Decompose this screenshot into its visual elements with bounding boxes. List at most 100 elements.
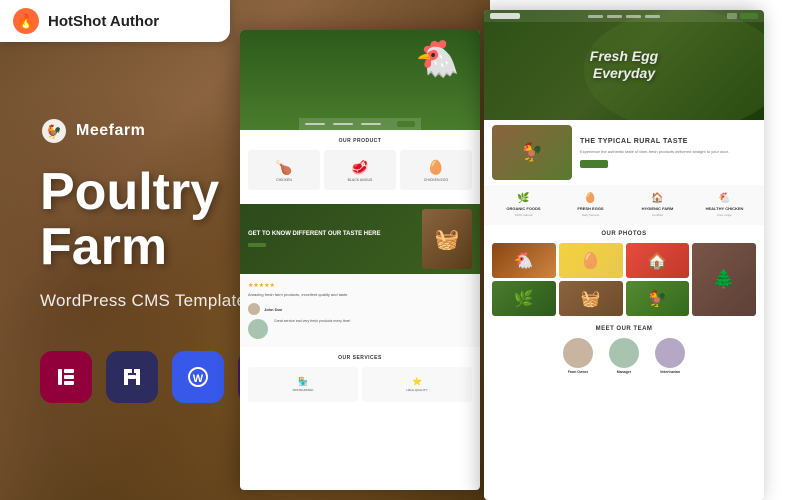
- mr-feature-desc3: Certified: [652, 213, 663, 217]
- mr-typical-text: THE TYPICAL RURAL TASTE Experience the a…: [580, 138, 756, 168]
- ml-product-section: OUR PRODUCT 🍗 CHICKEN 🥩 BLACK ANGUS 🥚 CH…: [240, 130, 480, 204]
- ml-product-beef: 🥩 BLACK ANGUS: [324, 150, 396, 190]
- ml-nav-item1: [305, 123, 325, 125]
- mr-nav-logo: [490, 13, 520, 19]
- mr-photos-title: OUR PHOTOS: [492, 231, 756, 237]
- mr-team-name3: Veterinarian: [650, 370, 690, 374]
- ml-hero-section: [240, 30, 480, 130]
- beef-label: BLACK ANGUS: [348, 178, 373, 182]
- ml-taste-title: GET TO KNOW DIFFERENT OUR TASTE HERE: [248, 231, 414, 239]
- mr-nav-links: [526, 15, 721, 18]
- mr-photo-1: 🐔: [492, 243, 556, 278]
- ml-nav-btn: [397, 121, 415, 127]
- chicken-emoji: 🍗: [275, 159, 292, 176]
- ml-avatar: [248, 303, 260, 315]
- mr-photos-section: OUR PHOTOS 🐔 🥚 🏠 🌲 🌿 🧺 🐓: [484, 225, 764, 322]
- hotshot-logo-icon: 🔥: [12, 7, 40, 35]
- ml-author-name: John Doe: [264, 307, 282, 312]
- ml-nav-item2: [333, 123, 353, 125]
- elementor-icon: [40, 351, 92, 403]
- mr-feature-title1: ORGANIC FOODS: [506, 206, 540, 211]
- mr-feature-hygienic: 🏠 HYGIENIC FARM Certified: [626, 189, 689, 221]
- ml-product-chicken: 🍗 CHICKEN: [248, 150, 320, 190]
- mr-typical-desc: Experience the authentic taste of farm-f…: [580, 149, 756, 155]
- svg-text:🐓: 🐓: [46, 124, 62, 139]
- ml-service-pasteurized: 🏪 PASTEURIZED: [248, 367, 358, 402]
- ml-service-label2: HIGH QUALITY: [406, 388, 427, 392]
- mr-feature-desc2: Daily harvest: [582, 213, 599, 217]
- mr-nav-link4: [645, 15, 660, 18]
- mr-feature-icon4: 🐔: [718, 193, 730, 204]
- egg-emoji: 🥚: [427, 159, 444, 176]
- ml-testimonial-author: John Doe: [248, 303, 472, 315]
- mr-feature-chicken: 🐔 HEALTHY CHICKEN Free range: [693, 189, 756, 221]
- mr-typical-section: 🐓 THE TYPICAL RURAL TASTE Experience the…: [484, 120, 764, 185]
- ml-service-icon1: 🏪: [298, 377, 308, 386]
- mr-team-section: MEET OUR TEAM Farm Owner Manager Veterin…: [484, 322, 764, 378]
- mr-hero-section: Fresh Egg Everyday: [484, 10, 764, 120]
- mr-feature-title2: FRESH EGGS: [577, 206, 603, 211]
- mr-team-name1: Farm Owner: [558, 370, 598, 374]
- mr-nav-link2: [607, 15, 622, 18]
- mr-feature-icon2: 🥚: [584, 193, 596, 204]
- ml-taste-section: GET TO KNOW DIFFERENT OUR TASTE HERE 🧺: [240, 204, 480, 274]
- title-line2: Farm: [40, 218, 167, 276]
- ml-avatar2: [248, 319, 268, 339]
- ml-testimonial-text: Amazing fresh farm products, excellent q…: [248, 292, 472, 298]
- mr-photo-5: 🌿: [492, 281, 556, 316]
- beef-emoji: 🥩: [351, 159, 368, 176]
- mr-feature-desc4: Free range: [717, 213, 732, 217]
- mr-feature-title4: HEALTHY CHICKEN: [706, 206, 744, 211]
- mr-hero-line1: Fresh Egg: [590, 48, 658, 64]
- ml-stars: ★★★★★: [248, 282, 472, 289]
- ml-service-quality: ⭐ HIGH QUALITY: [362, 367, 472, 402]
- ml-service-label1: PASTEURIZED: [293, 388, 314, 392]
- meefarm-label: Meefarm: [76, 122, 145, 140]
- mr-photos-grid: 🐔 🥚 🏠 🌲 🌿 🧺 🐓: [492, 243, 756, 316]
- meefarm-icon: 🐓: [40, 117, 68, 145]
- mr-typical-image: 🐓: [492, 125, 572, 180]
- svg-text:W: W: [193, 373, 204, 385]
- svg-text:🔥: 🔥: [17, 13, 34, 30]
- mr-photo-6: 🧺: [559, 281, 623, 316]
- mr-team-avatar2: [609, 338, 639, 368]
- mockup-right-page: Fresh Egg Everyday 🐓 THE TYPICAL RURAL T…: [484, 10, 764, 500]
- ml-testimonial2-text: Great service and very fresh products ev…: [274, 319, 472, 324]
- ml-services-row: 🏪 PASTEURIZED ⭐ HIGH QUALITY: [248, 367, 472, 402]
- mr-typical-btn: [580, 160, 608, 168]
- mr-feature-organic: 🌿 ORGANIC FOODS 100% natural: [492, 189, 555, 221]
- mr-team-avatar3: [655, 338, 685, 368]
- topbar: 🔥 HotShot Author: [0, 0, 230, 42]
- mr-nav-cart: [727, 13, 737, 19]
- ml-taste-btn: [248, 243, 266, 247]
- mr-team-member3: Veterinarian: [650, 338, 690, 374]
- mr-hero-title: Fresh Egg Everyday: [590, 48, 658, 82]
- uf-icon: [106, 351, 158, 403]
- mr-hero-line2: Everyday: [593, 65, 655, 81]
- mockup-left-page: OUR PRODUCT 🍗 CHICKEN 🥩 BLACK ANGUS 🥚 CH…: [240, 30, 480, 490]
- mr-team-name2: Manager: [604, 370, 644, 374]
- mr-nav-cta: [740, 13, 758, 19]
- ml-testimonial2: Great service and very fresh products ev…: [248, 319, 472, 339]
- ml-services-title: OUR SERVICES: [248, 355, 472, 361]
- mr-team-avatar1: [563, 338, 593, 368]
- mr-features-row: 🌿 ORGANIC FOODS 100% natural 🥚 FRESH EGG…: [484, 185, 764, 225]
- mr-team-member2: Manager: [604, 338, 644, 374]
- ml-taste-text: GET TO KNOW DIFFERENT OUR TASTE HERE: [248, 231, 414, 247]
- mr-team-row: Farm Owner Manager Veterinarian: [492, 338, 756, 374]
- ml-nav: [299, 118, 421, 130]
- ml-nav-item3: [361, 123, 381, 125]
- mr-typical-title: THE TYPICAL RURAL TASTE: [580, 138, 756, 145]
- mr-photo-2: 🥚: [559, 243, 623, 278]
- ml-product-row: 🍗 CHICKEN 🥩 BLACK ANGUS 🥚 CHICKEN EGG: [248, 150, 472, 190]
- mockup-container: OUR PRODUCT 🍗 CHICKEN 🥩 BLACK ANGUS 🥚 CH…: [240, 0, 800, 500]
- ml-service-icon2: ⭐: [412, 377, 422, 386]
- mr-nav-link3: [626, 15, 641, 18]
- brand-name: HotShot Author: [48, 13, 159, 30]
- mr-photo-4: 🌲: [692, 243, 756, 316]
- egg-label: CHICKEN EGG: [424, 178, 449, 182]
- mr-nav-link1: [588, 15, 603, 18]
- ml-product-egg: 🥚 CHICKEN EGG: [400, 150, 472, 190]
- mr-feature-title3: HYGIENIC FARM: [642, 206, 674, 211]
- mr-team-member1: Farm Owner: [558, 338, 598, 374]
